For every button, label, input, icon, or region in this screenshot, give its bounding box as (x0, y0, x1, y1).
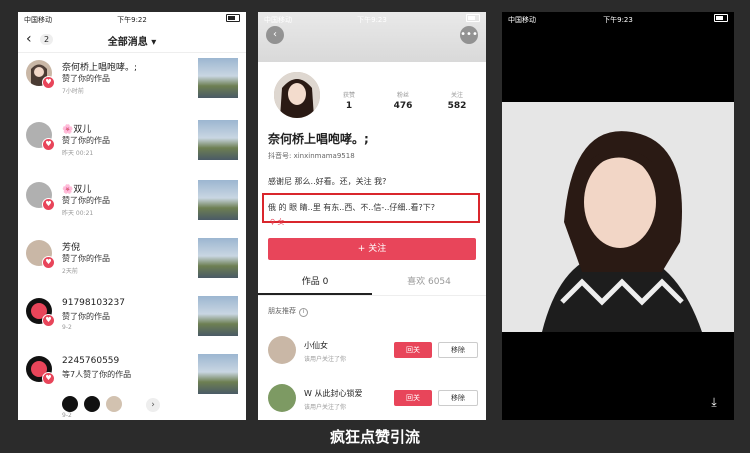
avatar[interactable] (106, 396, 122, 412)
profile-id: 抖音号: xinxinmama9518 (268, 152, 355, 160)
stat-value: 476 (393, 101, 413, 111)
message-time: 9-2 (62, 324, 72, 331)
list-item[interactable]: ♥ 91798103237 赞了你的作品 9-2 (18, 294, 246, 352)
heart-icon: ♥ (42, 138, 55, 151)
list-item[interactable]: ♥ 🌸双儿 赞了你的作品 昨天 00:21 (18, 178, 246, 236)
sender-name: 2245760559 (62, 356, 120, 366)
rec-name: W 从此封心锁爱 (304, 389, 363, 398)
list-item[interactable]: ♥ 奈何桥上唱咆哮。; 赞了你的作品 7小时前 (18, 56, 246, 114)
recommend-label: 朋友推荐 (268, 307, 296, 315)
message-time: 2天前 (62, 268, 78, 275)
message-text: 赞了你的作品 (62, 254, 110, 263)
caption: 疯狂点赞引流 (329, 428, 420, 446)
sender-name: 91798103237 (62, 298, 125, 308)
video-thumbnail[interactable] (198, 120, 238, 160)
tab-likes[interactable]: 喜欢 6054 (372, 274, 486, 287)
video-thumbnail[interactable] (198, 296, 238, 336)
video-thumbnail[interactable] (198, 354, 238, 394)
message-time: 9-2 (62, 412, 72, 419)
clock: 下午9:23 (603, 16, 633, 24)
heart-icon: ♥ (42, 372, 55, 385)
heart-icon: ♥ (42, 314, 55, 327)
back-icon[interactable]: ‹ (266, 26, 284, 44)
heart-icon: ♥ (42, 256, 55, 269)
bio-line-1: 感谢尼 那么..好看。还，关注 我? (268, 177, 387, 186)
follow-back-button[interactable]: 回关 (394, 390, 432, 406)
status-bar: 中国移动 下午9:23 (258, 12, 486, 26)
message-text: 等7人赞了你的作品 (62, 370, 132, 379)
message-text: 赞了你的作品 (62, 196, 110, 205)
photo-viewer-screen: 中国移动 下午9:23 ⤓ (502, 12, 734, 420)
follow-back-button[interactable]: 回关 (394, 342, 432, 358)
list-item[interactable]: ♥ 🌸双儿 赞了你的作品 昨天 00:21 (18, 118, 246, 176)
recommend-title: 朋友推荐 i (268, 306, 308, 317)
remove-button[interactable]: 移除 (438, 342, 478, 358)
message-text: 赞了你的作品 (62, 312, 110, 321)
heart-icon: ♥ (42, 198, 55, 211)
video-thumbnail[interactable] (198, 180, 238, 220)
profile-screen: 中国移动 下午9:23 ‹ ••• 获赞 1 粉丝 476 关注 582 奈何桥… (258, 12, 486, 420)
profile-avatar[interactable] (272, 70, 322, 120)
divider (258, 295, 486, 296)
heart-icon: ♥ (42, 76, 55, 89)
battery-icon (714, 14, 728, 22)
sender-name: 奈何桥上唱咆哮。; (62, 63, 138, 73)
messages-screen: 中国移动 下午9:22 ‹ 2 全部消息 ▾ ♥ 奈何桥上唱咆哮。; 赞了你的作… (18, 12, 246, 420)
avatar[interactable] (62, 396, 78, 412)
battery-icon (226, 14, 240, 22)
stat-label: 获赞 (342, 92, 355, 99)
stat-likes[interactable]: 获赞 1 (324, 90, 374, 111)
rec-subtitle: 该用户关注了你 (304, 404, 347, 411)
page-title[interactable]: 全部消息 ▾ (18, 33, 246, 48)
avatar[interactable] (268, 384, 296, 412)
messages-header: ‹ 2 全部消息 ▾ (18, 28, 246, 53)
download-icon[interactable]: ⤓ (706, 394, 722, 410)
chevron-right-icon[interactable]: › (146, 398, 160, 412)
message-text: 赞了你的作品 (62, 74, 110, 83)
stat-following[interactable]: 关注 582 (432, 90, 482, 111)
more-icon[interactable]: ••• (460, 26, 478, 44)
sender-name: 🌸双儿 (62, 125, 92, 135)
remove-button[interactable]: 移除 (438, 390, 478, 406)
video-thumbnail[interactable] (198, 238, 238, 278)
clock: 下午9:23 (357, 16, 387, 24)
message-time: 7小时前 (62, 88, 84, 95)
gender-tag: ♀ 女 (270, 218, 285, 226)
stat-value: 582 (447, 101, 467, 111)
rec-name: 小仙女 (304, 341, 328, 350)
profile-photo[interactable] (502, 102, 734, 332)
avatar[interactable] (268, 336, 296, 364)
rec-subtitle: 该用户关注了你 (304, 356, 347, 363)
battery-icon (466, 14, 480, 22)
sender-name: 🌸双儿 (62, 185, 92, 195)
stat-followers[interactable]: 粉丝 476 (378, 90, 428, 111)
message-time: 昨天 00:21 (62, 150, 94, 157)
profile-name: 奈何桥上唱咆哮。; (268, 132, 369, 146)
follow-button[interactable]: + 关注 (268, 238, 476, 260)
stat-value: 1 (345, 101, 353, 111)
status-bar: 中国移动 下午9:22 (18, 12, 246, 26)
message-text: 赞了你的作品 (62, 136, 110, 145)
tab-works[interactable]: 作品 0 (258, 274, 372, 287)
avatar[interactable] (84, 396, 100, 412)
stat-label: 粉丝 (396, 92, 409, 99)
info-icon[interactable]: i (299, 308, 308, 317)
stat-label: 关注 (450, 92, 463, 99)
video-thumbnail[interactable] (198, 58, 238, 98)
list-item[interactable]: ♥ 2245760559 等7人赞了你的作品 › 9-2 (18, 352, 246, 420)
sender-name: 芳倪 (62, 243, 81, 253)
list-item[interactable]: ♥ 芳倪 赞了你的作品 2天前 (18, 236, 246, 294)
status-bar: 中国移动 下午9:23 (502, 12, 734, 26)
bio-line-2: 俄 的 眼 睛..里 有东..西、不..信-..仔细..看?下? (268, 203, 435, 212)
message-time: 昨天 00:21 (62, 210, 94, 217)
clock: 下午9:22 (117, 16, 147, 24)
